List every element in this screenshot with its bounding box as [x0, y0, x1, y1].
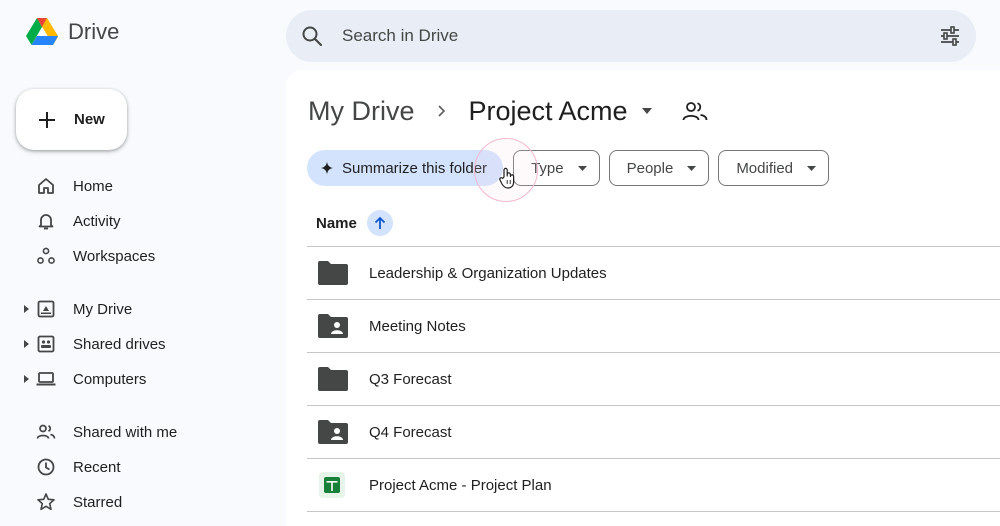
laptop-icon	[36, 372, 56, 386]
file-name: Project Acme - Project Plan	[369, 476, 552, 494]
sidebar-item-shared-drives[interactable]: Shared drives	[0, 328, 270, 360]
type-filter-chip[interactable]: Type	[513, 150, 600, 186]
search-bar[interactable]	[286, 10, 976, 62]
sidebar-item-label: Shared with me	[73, 423, 178, 441]
sidebar-item-workspaces[interactable]: Workspaces	[0, 240, 270, 272]
new-button-label: New	[74, 111, 105, 128]
shared-folder-icon	[318, 420, 348, 444]
list-item[interactable]: Q3 Forecast	[307, 353, 1000, 405]
list-divider	[307, 511, 1000, 512]
modified-filter-chip[interactable]: Modified	[718, 150, 830, 186]
my-drive-icon	[37, 300, 55, 318]
main-panel: My Drive Project Acme Summarize this fol…	[286, 70, 1000, 526]
search-icon[interactable]	[300, 24, 324, 48]
sidebar-item-home[interactable]: Home	[0, 170, 270, 202]
folder-icon	[318, 367, 348, 391]
shared-people-icon[interactable]	[682, 100, 708, 122]
list-item[interactable]: Leadership & Organization Updates	[307, 247, 1000, 299]
list-item[interactable]: Meeting Notes	[307, 300, 1000, 352]
dropdown-arrow-icon	[807, 165, 817, 171]
sidebar-item-label: Home	[73, 177, 114, 195]
sheets-icon	[319, 472, 345, 498]
people-icon	[36, 424, 56, 439]
sidebar-item-label: Workspaces	[73, 247, 156, 265]
sidebar-item-label: Starred	[73, 493, 123, 511]
people-filter-label: People	[626, 159, 674, 177]
name-column-header[interactable]: Name	[316, 215, 357, 232]
sparkle-icon	[321, 162, 333, 174]
drive-logo-icon	[26, 18, 58, 45]
summarize-folder-label: Summarize this folder	[342, 159, 488, 177]
modified-filter-label: Modified	[736, 159, 794, 177]
dropdown-arrow-icon	[577, 165, 587, 171]
star-icon	[37, 493, 55, 511]
list-column-header: Name	[316, 210, 393, 236]
sidebar-item-starred[interactable]: Starred	[0, 486, 270, 518]
plus-icon	[39, 111, 55, 128]
home-icon	[38, 178, 54, 194]
drive-logo[interactable]: Drive	[26, 18, 119, 46]
expand-caret-icon[interactable]	[24, 375, 30, 383]
filter-chips: Summarize this folder Type People Modifi…	[307, 150, 830, 186]
file-name: Q3 Forecast	[369, 370, 452, 388]
breadcrumb: My Drive Project Acme	[308, 94, 708, 128]
dropdown-arrow-icon	[641, 108, 652, 114]
expand-caret-icon[interactable]	[24, 340, 30, 348]
workspaces-icon	[37, 247, 55, 264]
type-filter-label: Type	[531, 159, 564, 177]
sort-direction-button[interactable]	[366, 210, 393, 236]
sidebar-item-activity[interactable]: Activity	[0, 205, 270, 237]
sidebar-item-my-drive[interactable]: My Drive	[0, 293, 270, 325]
folder-icon	[318, 261, 348, 285]
arrow-up-icon	[374, 216, 385, 229]
sidebar-item-label: Recent	[73, 458, 121, 476]
sidebar-item-shared-with-me[interactable]: Shared with me	[0, 416, 270, 448]
bell-icon	[38, 214, 54, 230]
sidebar-item-recent[interactable]: Recent	[0, 451, 270, 483]
dropdown-arrow-icon	[687, 165, 697, 171]
sidebar-item-label: Activity	[73, 212, 121, 230]
expand-caret-icon[interactable]	[24, 305, 30, 313]
list-item[interactable]: Q4 Forecast	[307, 406, 1000, 458]
sidebar-item-label: Computers	[73, 370, 147, 388]
breadcrumb-root[interactable]: My Drive	[308, 96, 415, 127]
file-name: Meeting Notes	[369, 317, 466, 335]
list-item[interactable]: Project Acme - Project Plan	[307, 459, 1000, 511]
file-name: Q4 Forecast	[369, 423, 452, 441]
clock-icon	[37, 458, 55, 476]
sidebar-item-label: My Drive	[73, 300, 133, 318]
people-filter-chip[interactable]: People	[608, 150, 710, 186]
breadcrumb-current-folder[interactable]: Project Acme	[469, 96, 652, 127]
file-name: Leadership & Organization Updates	[369, 264, 607, 282]
drive-logo-text: Drive	[68, 19, 120, 44]
shared-drives-icon	[37, 335, 55, 353]
new-button[interactable]: New	[16, 89, 127, 150]
sidebar-item-label: Shared drives	[73, 335, 166, 353]
shared-folder-icon	[318, 314, 348, 338]
search-input[interactable]	[342, 10, 938, 62]
summarize-folder-button[interactable]: Summarize this folder	[307, 150, 504, 186]
sidebar-item-computers[interactable]: Computers	[0, 363, 270, 395]
search-options-icon[interactable]	[938, 24, 962, 48]
chevron-right-icon	[437, 105, 445, 117]
breadcrumb-current-label: Project Acme	[468, 95, 628, 126]
